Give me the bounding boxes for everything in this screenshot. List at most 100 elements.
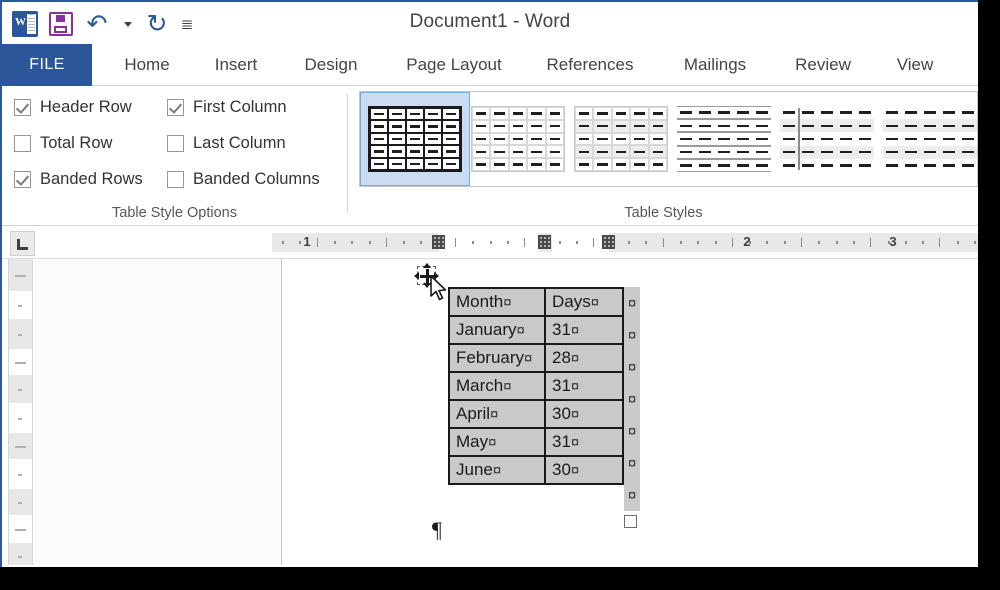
- ruler-bar: 1 2 3: [2, 227, 978, 259]
- checkbox-first-column[interactable]: First Column: [167, 98, 287, 117]
- table-header-cell[interactable]: Days¤: [544, 287, 624, 317]
- thumbnail-cell: [472, 119, 491, 133]
- thumbnail-cell: [883, 132, 902, 145]
- horizontal-ruler[interactable]: 1 2 3: [272, 233, 978, 252]
- thumbnail-cell: [780, 106, 799, 119]
- thumbnail-cell: [752, 158, 771, 172]
- thumbnail-cell: [442, 132, 460, 146]
- table-column-marker[interactable]: [538, 235, 551, 249]
- thumbnail-cell: [442, 108, 460, 121]
- thumbnail-cell: [424, 145, 442, 158]
- tab-view[interactable]: View: [882, 44, 948, 86]
- table-cell[interactable]: 30¤: [544, 455, 624, 485]
- vertical-ruler-tick: [18, 474, 22, 476]
- tab-references[interactable]: References: [533, 44, 647, 86]
- thumbnail-cell: [575, 145, 594, 159]
- ruler-tick: [576, 241, 578, 244]
- table-cell[interactable]: June¤: [448, 455, 546, 485]
- table-style-plain-table-4[interactable]: [772, 92, 882, 186]
- end-of-cell-mark: ¤: [570, 406, 580, 423]
- ruler-tick: [663, 238, 664, 247]
- table-cell[interactable]: March¤: [448, 371, 546, 401]
- table-row[interactable]: March¤ 31¤: [448, 371, 624, 401]
- ruler-tick: [559, 241, 561, 244]
- table-cell[interactable]: 31¤: [544, 315, 624, 345]
- thumbnail-cell: [920, 119, 940, 133]
- table-column-marker[interactable]: [602, 235, 615, 249]
- tab-mailings[interactable]: Mailings: [669, 44, 761, 86]
- vertical-ruler[interactable]: [8, 259, 33, 565]
- table-resize-handle[interactable]: [624, 515, 637, 528]
- thumbnail-cell: [883, 119, 902, 133]
- checkbox-header-row[interactable]: Header Row: [14, 98, 132, 117]
- thumbnail-cell: [799, 159, 818, 172]
- document-canvas[interactable]: Month¤ Days¤ January¤ 31¤ February¤ 28¤ March¤…: [2, 259, 978, 565]
- ruler-tick: [645, 241, 647, 244]
- thumbnail-cell: [406, 132, 424, 146]
- table-style-plain-table-3[interactable]: [669, 92, 779, 186]
- thumbnail-cell: [388, 108, 406, 121]
- table-cell[interactable]: 30¤: [544, 399, 624, 429]
- checkbox-last-column-box[interactable]: [167, 135, 184, 152]
- checkbox-total-row-box[interactable]: [14, 135, 31, 152]
- tab-home[interactable]: Home: [109, 44, 185, 86]
- checkbox-header-row-box[interactable]: [14, 99, 31, 116]
- table-row[interactable]: June¤ 30¤: [448, 455, 624, 485]
- table-cell[interactable]: 31¤: [544, 371, 624, 401]
- checkbox-total-row[interactable]: Total Row: [14, 134, 112, 153]
- thumbnail-cell: [527, 107, 546, 120]
- ruler-tick: [524, 238, 525, 247]
- table-cell[interactable]: May¤: [448, 427, 546, 457]
- table-styles-gallery[interactable]: [359, 91, 978, 187]
- tab-review[interactable]: Review: [783, 44, 863, 86]
- table-header-cell[interactable]: Month¤: [448, 287, 546, 317]
- table-cell[interactable]: 31¤: [544, 427, 624, 457]
- table-cell[interactable]: 28¤: [544, 343, 624, 373]
- table-column-marker[interactable]: [432, 235, 445, 249]
- thumbnail-cell: [958, 132, 977, 145]
- tab-page-layout[interactable]: Page Layout: [391, 44, 517, 86]
- tab-insert[interactable]: Insert: [200, 44, 272, 86]
- table-style-plain-table-5[interactable]: [875, 92, 977, 186]
- ruler-tick: [507, 241, 509, 244]
- tab-file[interactable]: FILE: [2, 44, 92, 86]
- thumbnail-cell: [855, 159, 874, 172]
- table-row[interactable]: May¤ 31¤: [448, 427, 624, 457]
- word-table-container[interactable]: Month¤ Days¤ January¤ 31¤ February¤ 28¤ March¤…: [414, 263, 640, 541]
- thumbnail-cell: [490, 119, 509, 133]
- ruler-tick: [317, 238, 318, 247]
- checkbox-first-column-box[interactable]: [167, 99, 184, 116]
- thumbnail-cell: [695, 132, 715, 146]
- table-cell[interactable]: April¤: [448, 399, 546, 429]
- ruler-tick: [732, 238, 733, 247]
- group-label-table-style-options: Table Style Options: [112, 205, 237, 221]
- table-row[interactable]: February¤ 28¤: [448, 343, 624, 373]
- checkbox-banded-rows-box[interactable]: [14, 171, 31, 188]
- checkbox-banded-columns-box[interactable]: [167, 171, 184, 188]
- table-row[interactable]: Month¤ Days¤: [448, 287, 624, 317]
- tab-design[interactable]: Design: [291, 44, 371, 86]
- word-table[interactable]: Month¤ Days¤ January¤ 31¤ February¤ 28¤ March¤…: [448, 287, 624, 485]
- thumbnail-cell: [370, 157, 388, 170]
- thumbnail-cell: [508, 119, 528, 133]
- table-row[interactable]: April¤ 30¤: [448, 399, 624, 429]
- checkbox-banded-rows[interactable]: Banded Rows: [14, 170, 143, 189]
- ruler-tick: [715, 241, 717, 244]
- table-style-plain-table-2[interactable]: [566, 92, 676, 186]
- table-style-grid-table-1[interactable]: [360, 92, 470, 186]
- thumbnail-cell: [780, 159, 799, 172]
- table-cell[interactable]: January¤: [448, 315, 546, 345]
- end-of-cell-mark: ¤: [516, 322, 525, 339]
- tab-stop-selector-icon[interactable]: [10, 231, 35, 256]
- thumbnail-cell: [593, 107, 612, 120]
- cell-text: January: [456, 320, 517, 339]
- table-style-plain-table-1[interactable]: [463, 92, 573, 186]
- ruler-tick: [282, 241, 284, 244]
- table-row[interactable]: January¤ 31¤: [448, 315, 624, 345]
- checkbox-header-row-label: Header Row: [40, 98, 132, 116]
- checkbox-banded-columns[interactable]: Banded Columns: [167, 170, 320, 189]
- checkbox-last-column[interactable]: Last Column: [167, 134, 286, 153]
- thumbnail-cell: [921, 159, 940, 172]
- table-cell[interactable]: February¤: [448, 343, 546, 373]
- thumbnail-cell: [424, 120, 442, 133]
